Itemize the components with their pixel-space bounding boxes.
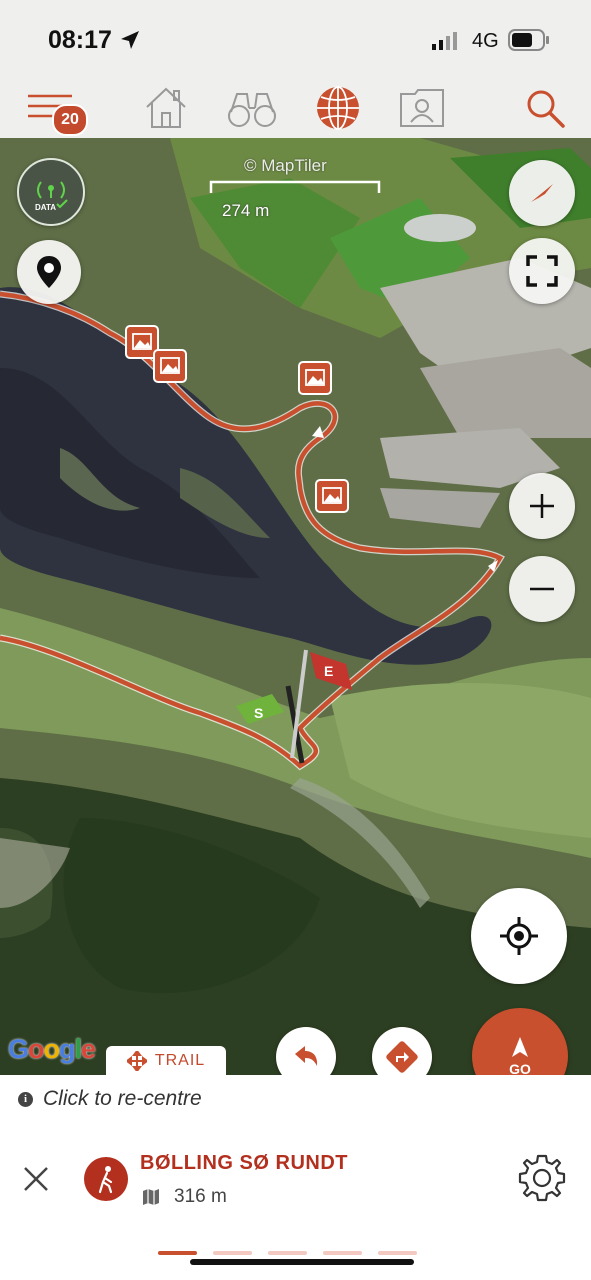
zoom-out-icon [530,587,554,591]
map-globe-button[interactable] [308,78,368,138]
route-distance: 316 m [142,1186,227,1208]
recentre-hint[interactable]: i Click to re-centre [18,1087,202,1111]
directions-icon [386,1041,418,1073]
profile-card-icon [400,89,444,127]
zoom-in-button[interactable] [509,473,575,539]
top-toolbar [0,78,591,139]
fullscreen-button[interactable] [509,238,575,304]
compass-button[interactable] [509,160,575,226]
trail-tab[interactable]: TRAIL [106,1046,226,1076]
globe-icon [317,86,359,130]
data-sync-button[interactable]: DATA [17,158,85,226]
location-arrow-icon [120,31,139,49]
status-bar: 08:17 4G [0,0,591,78]
pager-dot[interactable] [268,1251,307,1255]
svg-text:DATA: DATA [35,203,56,212]
move-arrows-icon [126,1051,147,1071]
settings-gear-icon[interactable] [516,1152,568,1204]
undo-icon [295,1046,318,1066]
status-time: 08:17 [48,26,141,55]
home-button[interactable] [136,78,196,138]
route-pager [158,1251,417,1255]
signal-icon [432,32,457,50]
home-indicator[interactable] [190,1259,414,1265]
photo-marker [153,349,187,383]
start-flag-label: S [254,705,263,721]
info-icon: i [18,1091,33,1107]
recentre-hint-text: Click to re-centre [43,1087,202,1110]
network-label: 4G [472,30,499,52]
discover-button[interactable] [222,78,282,138]
google-logo: Google [8,1034,96,1064]
pager-dot[interactable] [213,1251,252,1255]
profile-button[interactable] [392,78,452,138]
map-icon [143,1189,159,1205]
search-button[interactable] [515,78,575,138]
end-flag-label: E [324,663,333,679]
map-attribution: © MapTiler [244,156,327,175]
recenter-icon [500,917,538,955]
search-icon [527,90,565,128]
pager-dot[interactable] [158,1251,197,1255]
zoom-out-button[interactable] [509,556,575,622]
navigation-arrow-icon [512,1037,528,1057]
my-location-pin-button[interactable] [17,240,81,304]
recenter-button[interactable] [471,888,567,984]
pager-dot[interactable] [378,1251,417,1255]
route-title: BØLLING SØ RUNDT [140,1152,348,1174]
location-pin-icon [37,256,61,288]
zoom-in-icon [530,494,554,518]
route-distance-value: 316 m [174,1186,227,1207]
pager-dot[interactable] [323,1251,362,1255]
binoculars-icon [228,93,276,127]
home-icon [146,87,186,128]
scale-label: 274 m [222,201,270,220]
data-sync-icon: DATA [35,181,68,212]
compass-icon [531,184,553,202]
photo-marker [298,361,332,395]
menu-notification-badge: 20 [52,104,88,136]
fullscreen-icon [526,255,558,287]
activity-hiking-icon [84,1157,128,1201]
close-icon[interactable] [22,1160,52,1196]
photo-marker [315,479,349,513]
trail-tab-label: TRAIL [154,1052,206,1069]
battery-icon [508,29,549,51]
